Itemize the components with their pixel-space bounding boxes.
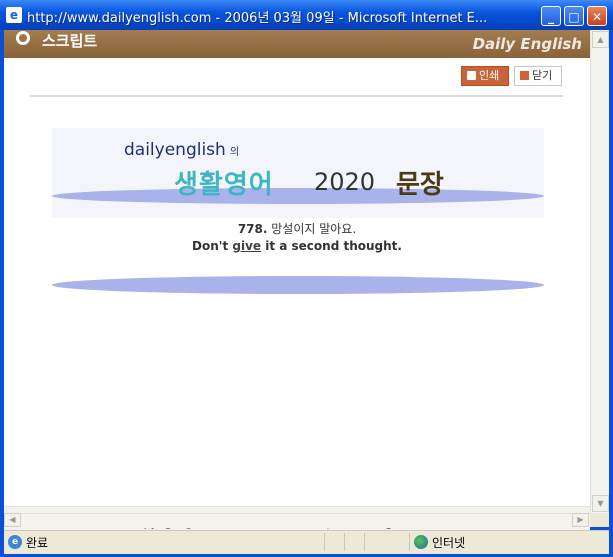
scroll-left-button[interactable]: ◀ [4,513,21,527]
bottom-ellipse [52,276,544,294]
ie-page-icon: e [6,7,22,23]
zone-text: 인터넷 [432,536,466,550]
korean-text: 망설이지 말아요. [271,222,357,236]
title-bar[interactable]: e http://www.dailyenglish.com - 2006년 03… [0,0,613,30]
close-button[interactable]: ✕ [587,6,607,26]
title-banner: dailyenglish 의 생활영어 2020 문장 [52,128,544,218]
minimize-button[interactable]: _ [541,6,561,26]
printer-icon [467,71,476,80]
browser-window: e http://www.dailyenglish.com - 2006년 03… [0,0,613,557]
scroll-corner [590,513,609,527]
status-text: 완료 [26,536,49,550]
sentence-number: 778. [237,222,268,236]
page-content: 인쇄 닫기 dailyenglish 의 생활영어 2020 문장 778. 망설… [4,58,590,542]
print-button[interactable]: 인쇄 [461,66,509,86]
brand-name: dailyenglish 의 [124,140,240,160]
page-viewport: 스크립트 Daily English 인쇄 닫기 dailyenglish 의 생… [4,30,609,542]
divider [30,95,563,97]
popup-header: 스크립트 Daily English [4,30,590,58]
key-word: give [232,239,262,253]
korean-sentence: 778. 망설이지 말아요. [4,220,590,237]
daily-english-logo: Daily English [472,35,582,53]
print-label: 인쇄 [479,69,500,82]
scroll-right-button[interactable]: ▶ [572,513,589,527]
status-separator [364,533,365,551]
status-separator [344,533,345,551]
close-icon [520,71,529,80]
header-title: 스크립트 [42,32,98,50]
status-separator [409,533,410,551]
english-sentence: Don't give it a second thought. [192,239,402,253]
scroll-down-button[interactable]: ▼ [592,495,609,512]
close-label: 닫기 [532,69,553,82]
horizontal-scrollbar[interactable]: ◀ ▶ [4,513,590,528]
scroll-up-button[interactable]: ▲ [592,31,609,48]
banner-title-part2: 2020 [314,168,376,196]
banner-title-part1: 생활영어 [174,170,274,200]
status-separator [324,533,325,551]
status-bar: e 완료 인터넷 [4,530,609,554]
maximize-button[interactable]: □ [564,6,584,26]
internet-zone-icon [414,535,428,549]
close-page-button[interactable]: 닫기 [514,66,562,86]
page-done-icon: e [8,535,22,549]
banner-title-part3: 문장 [396,170,444,200]
circle-logo-icon [16,31,30,45]
banner-ellipse [52,188,544,204]
vertical-scrollbar[interactable]: ▲ ▼ [590,30,609,513]
window-title: http://www.dailyenglish.com - 2006년 03월 … [27,11,488,26]
